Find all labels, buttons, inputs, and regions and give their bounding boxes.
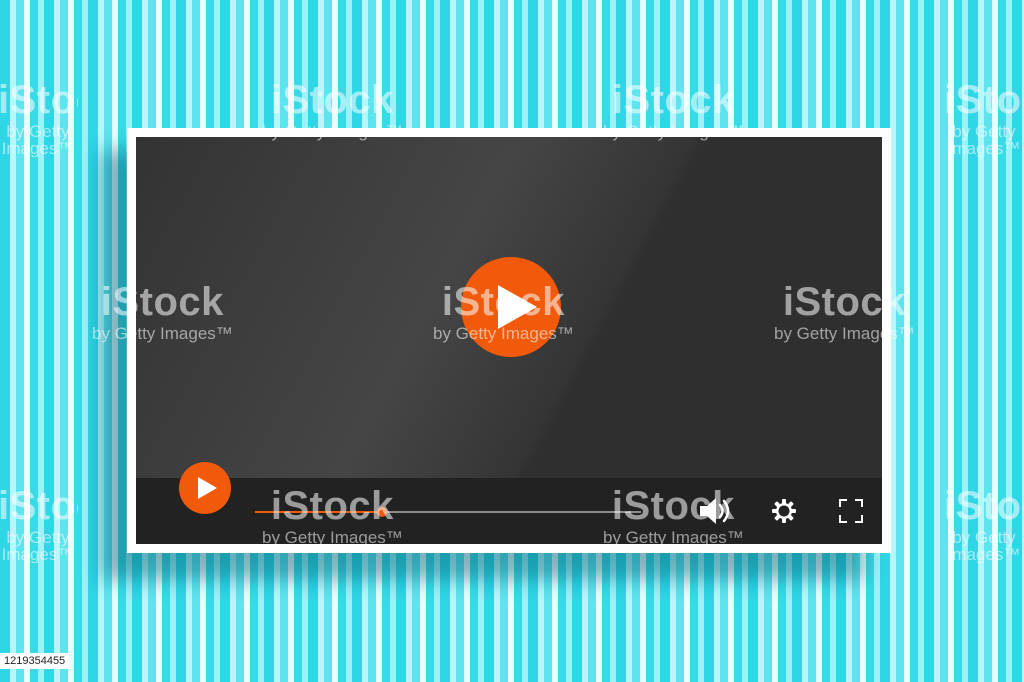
fullscreen-icon — [839, 499, 863, 523]
play-icon — [498, 285, 537, 329]
watermark-brand: iStock — [944, 80, 1024, 122]
play-icon — [198, 477, 217, 499]
stock-id-label: 1219354455 — [0, 653, 70, 669]
watermark: iStock by Getty Images™ — [944, 80, 1024, 157]
watermark-brand: iStock — [0, 80, 78, 122]
watermark: iStock by Getty Images™ — [0, 80, 78, 157]
watermark-brand: iStock — [0, 486, 78, 528]
watermark-byline: by Getty Images™ — [1, 122, 75, 157]
control-bar — [136, 462, 882, 544]
watermark-byline: by Getty Images™ — [947, 122, 1021, 157]
gear-icon — [772, 499, 796, 523]
volume-button[interactable] — [698, 496, 734, 531]
watermark-byline: by Getty Images™ — [1, 528, 75, 563]
watermark-brand: iStock — [944, 486, 1024, 528]
settings-button[interactable] — [771, 498, 797, 529]
watermark: iStock by Getty Images™ — [0, 486, 78, 563]
video-player[interactable] — [136, 137, 882, 544]
watermark-brand: iStock — [611, 78, 735, 122]
watermark: iStock by Getty Images™ — [944, 486, 1024, 563]
video-player-frame — [127, 128, 891, 553]
volume-icon — [700, 498, 730, 524]
watermark-byline: by Getty Images™ — [947, 528, 1021, 563]
progress-bar[interactable] — [255, 507, 641, 517]
big-play-button[interactable] — [461, 257, 561, 357]
progress-thumb[interactable] — [377, 507, 388, 517]
fullscreen-button[interactable] — [838, 498, 864, 529]
watermark-brand: iStock — [270, 78, 394, 122]
progress-fill — [255, 511, 383, 513]
play-button[interactable] — [179, 462, 231, 514]
